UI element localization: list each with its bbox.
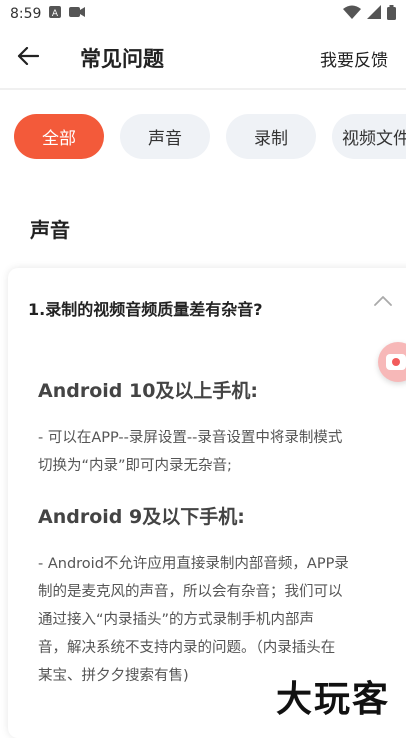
- chevron-up-icon[interactable]: [374, 292, 392, 311]
- tab-recording[interactable]: 录制: [226, 114, 316, 159]
- faq-card: 1.录制的视频音频质量差有杂音? Android 10及以上手机: - 可以在A…: [8, 268, 406, 738]
- app-header: 常见问题 我要反馈: [0, 28, 406, 90]
- wifi-icon: [343, 5, 361, 23]
- answer-text-android10: - 可以在APP--录屏设置--录音设置中将录制模式 切换为“内录”即可内录无杂…: [38, 424, 368, 480]
- page-title: 常见问题: [80, 47, 164, 71]
- answer-heading-android9: Android 9及以下手机:: [38, 506, 245, 528]
- status-bar: 8:59 A: [0, 0, 406, 28]
- category-tabs: 全部 声音 录制 视频文件: [14, 114, 406, 160]
- tab-video-files[interactable]: 视频文件: [332, 114, 406, 159]
- answer-line: 通过接入“内录插头”的方式录制手机内部声: [38, 612, 315, 628]
- answer-text-android9: - Android不允许应用直接录制内部音频，APP录 制的是麦克风的声音，所以…: [38, 550, 368, 690]
- answer-heading-android10: Android 10及以上手机:: [38, 380, 259, 402]
- faq-question: 1.录制的视频音频质量差有杂音?: [28, 300, 263, 319]
- tab-sound[interactable]: 声音: [120, 114, 210, 159]
- tab-all[interactable]: 全部: [14, 114, 104, 159]
- feedback-button[interactable]: 我要反馈: [320, 46, 388, 71]
- answer-line: 切换为“内录”即可内录无杂音;: [38, 458, 232, 474]
- arrow-left-icon: [17, 46, 40, 69]
- signal-icon: [367, 5, 381, 23]
- status-time: 8:59: [10, 6, 42, 22]
- answer-line: 制的是麦克风的声音，所以会有杂音；我们可以: [38, 584, 343, 600]
- answer-line: 音，解决系统不支持内录的问题。（内录插头在: [38, 640, 336, 656]
- svg-text:A: A: [52, 9, 59, 18]
- faq-question-row[interactable]: 1.录制的视频音频质量差有杂音?: [28, 294, 388, 322]
- watermark-logo: 大玩客: [276, 679, 391, 720]
- answer-line: - 可以在APP--录屏设置--录音设置中将录制模式: [38, 430, 343, 446]
- section-title: 声音: [30, 218, 70, 242]
- answer-line: - Android不允许应用直接录制内部音频，APP录: [38, 556, 349, 572]
- back-button[interactable]: [0, 27, 56, 89]
- camera-icon: [386, 354, 406, 370]
- a-notification-icon: A: [49, 6, 62, 22]
- video-notification-icon: [69, 6, 86, 22]
- battery-icon: [387, 4, 396, 24]
